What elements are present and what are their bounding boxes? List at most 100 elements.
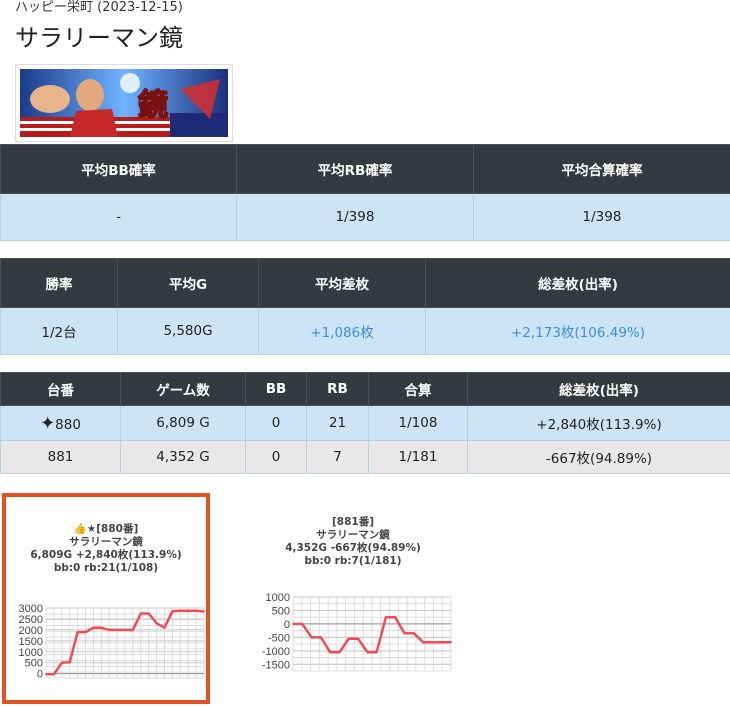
- y-tick-label: -500: [268, 632, 290, 644]
- machine-banner[interactable]: 鏡: [15, 64, 233, 142]
- rb-cell: 7: [306, 440, 369, 474]
- data-point: [76, 631, 79, 633]
- avg-rb-value: 1/398: [236, 193, 474, 241]
- machine-number-cell[interactable]: 881: [0, 440, 121, 474]
- y-tick-label: -1500: [262, 659, 290, 671]
- data-point: [124, 629, 126, 631]
- rb-cell: 21: [306, 405, 369, 441]
- data-point: [394, 616, 397, 618]
- data-point: [375, 651, 378, 653]
- header-games: ゲーム数: [120, 372, 246, 406]
- chart-caption-line: サラリーマン鏡: [316, 529, 390, 541]
- data-point: [132, 629, 134, 631]
- header-rb: RB: [306, 372, 369, 406]
- table-header-row: 勝率 平均G 平均差枚 総差枚(出率): [0, 258, 730, 308]
- bb-cell: 0: [245, 440, 307, 474]
- data-point: [68, 661, 71, 664]
- chart-880: 300025002000150010005000: [19, 603, 205, 681]
- page-title: サラリーマン鏡: [15, 24, 183, 52]
- avg-games-value: 5,580G: [117, 307, 259, 355]
- chart-caption-line: bb:0 rb:21(1/108): [53, 562, 159, 574]
- data-point: [301, 623, 304, 625]
- diff-cell: -667枚(94.89%): [467, 440, 730, 474]
- data-point: [140, 612, 142, 615]
- chart-caption-line: 4,352G -667枚(94.89%): [285, 542, 421, 554]
- data-point: [195, 610, 197, 612]
- diff-cell: +2,840枚(113.9%): [467, 405, 730, 441]
- data-point: [366, 651, 369, 653]
- chart-caption-line: 👍★[880番]: [73, 523, 139, 535]
- sparkle-icon: ✦: [40, 412, 56, 434]
- data-point: [292, 623, 294, 625]
- data-point: [347, 637, 350, 640]
- data-point: [422, 641, 424, 644]
- chart-881: 1000500 0-500 -1000-1500: [262, 592, 452, 672]
- header-avg-bb: 平均BB確率: [0, 144, 237, 194]
- header-machine-number: 台番: [0, 372, 121, 406]
- data-point: [100, 626, 103, 629]
- data-point: [385, 616, 387, 618]
- header-avg-diff: 平均差枚: [258, 258, 426, 308]
- avg-diff-value: +1,086枚: [258, 307, 426, 355]
- data-point: [310, 636, 313, 639]
- data-point: [357, 637, 359, 640]
- data-point: [338, 651, 341, 653]
- data-point: [179, 610, 182, 612]
- data-point: [61, 661, 63, 664]
- header-total-diff: 総差枚(出率): [425, 258, 730, 308]
- table-row[interactable]: ✦880 6,809 G 0 21 1/108 +2,840枚(113.9%): [0, 405, 730, 441]
- chart-card-881[interactable]: [881番] サラリーマン鏡 4,352G -667枚(94.89%) bb:0…: [253, 492, 453, 692]
- data-point: [116, 629, 118, 631]
- data-point: [92, 626, 95, 629]
- table-row: - 1/398 1/398: [0, 193, 730, 241]
- banner-logo-text: 鏡: [138, 88, 168, 123]
- data-point: [171, 610, 174, 613]
- chart-caption-line: [881番]: [331, 516, 374, 528]
- y-tick-label: 500: [272, 605, 290, 617]
- chart-caption-line: 6,809G +2,840枚(113.9%): [30, 549, 182, 561]
- bb-cell: 0: [245, 405, 307, 441]
- y-tick-label: 0: [284, 619, 290, 631]
- probability-summary-table: 平均BB確率 平均RB確率 平均合算確率 - 1/398 1/398: [0, 144, 730, 241]
- total-cell: 1/108: [368, 405, 468, 441]
- data-point: [163, 626, 166, 629]
- chart-caption-line: サラリーマン鏡: [69, 536, 143, 548]
- total-cell: 1/181: [368, 440, 468, 474]
- table-row: 1/2台 5,580G +1,086枚 +2,173枚(106.49%): [0, 307, 730, 355]
- data-point: [84, 631, 87, 633]
- machine-number: 880: [55, 416, 81, 433]
- table-header-row: 台番 ゲーム数 BB RB 合算 総差枚(出率): [0, 372, 730, 406]
- header-total: 合算: [368, 372, 468, 406]
- header-avg-total: 平均合算確率: [473, 144, 730, 194]
- table-row[interactable]: 881 4,352 G 0 7 1/181 -667枚(94.89%): [0, 440, 730, 474]
- games-cell: 4,352 G: [120, 440, 246, 474]
- data-point: [147, 612, 150, 615]
- header-bb: BB: [245, 372, 307, 406]
- avg-total-value: 1/398: [473, 193, 730, 241]
- total-diff-value: +2,173枚(106.49%): [425, 307, 730, 355]
- y-tick-label: 0: [37, 669, 43, 681]
- machine-number-cell[interactable]: ✦880: [0, 405, 121, 441]
- header-diff: 総差枚(出率): [467, 372, 730, 406]
- data-point: [53, 673, 55, 676]
- chart-caption-line: bb:0 rb:7(1/181): [304, 555, 402, 567]
- header-avg-games: 平均G: [117, 258, 259, 308]
- avg-bb-value: -: [0, 193, 237, 241]
- data-point: [320, 636, 322, 639]
- data-point: [431, 641, 434, 644]
- data-point: [203, 610, 205, 613]
- data-point: [329, 651, 331, 653]
- data-point: [440, 641, 443, 644]
- data-point: [403, 632, 406, 635]
- data-point: [155, 622, 158, 625]
- header-win-rate: 勝率: [0, 258, 118, 308]
- data-point: [413, 632, 415, 635]
- chart-card-880[interactable]: 👍★[880番] サラリーマン鏡 6,809G +2,840枚(113.9%) …: [2, 493, 210, 704]
- header-avg-rb: 平均RB確率: [236, 144, 474, 194]
- win-rate-value: 1/2台: [0, 307, 118, 355]
- table-header-row: 平均BB確率 平均RB確率 平均合算確率: [0, 144, 730, 194]
- data-point: [108, 629, 110, 631]
- y-tick-label: 1000: [266, 592, 290, 604]
- data-point: [450, 641, 452, 644]
- y-tick-label: -1000: [262, 646, 290, 658]
